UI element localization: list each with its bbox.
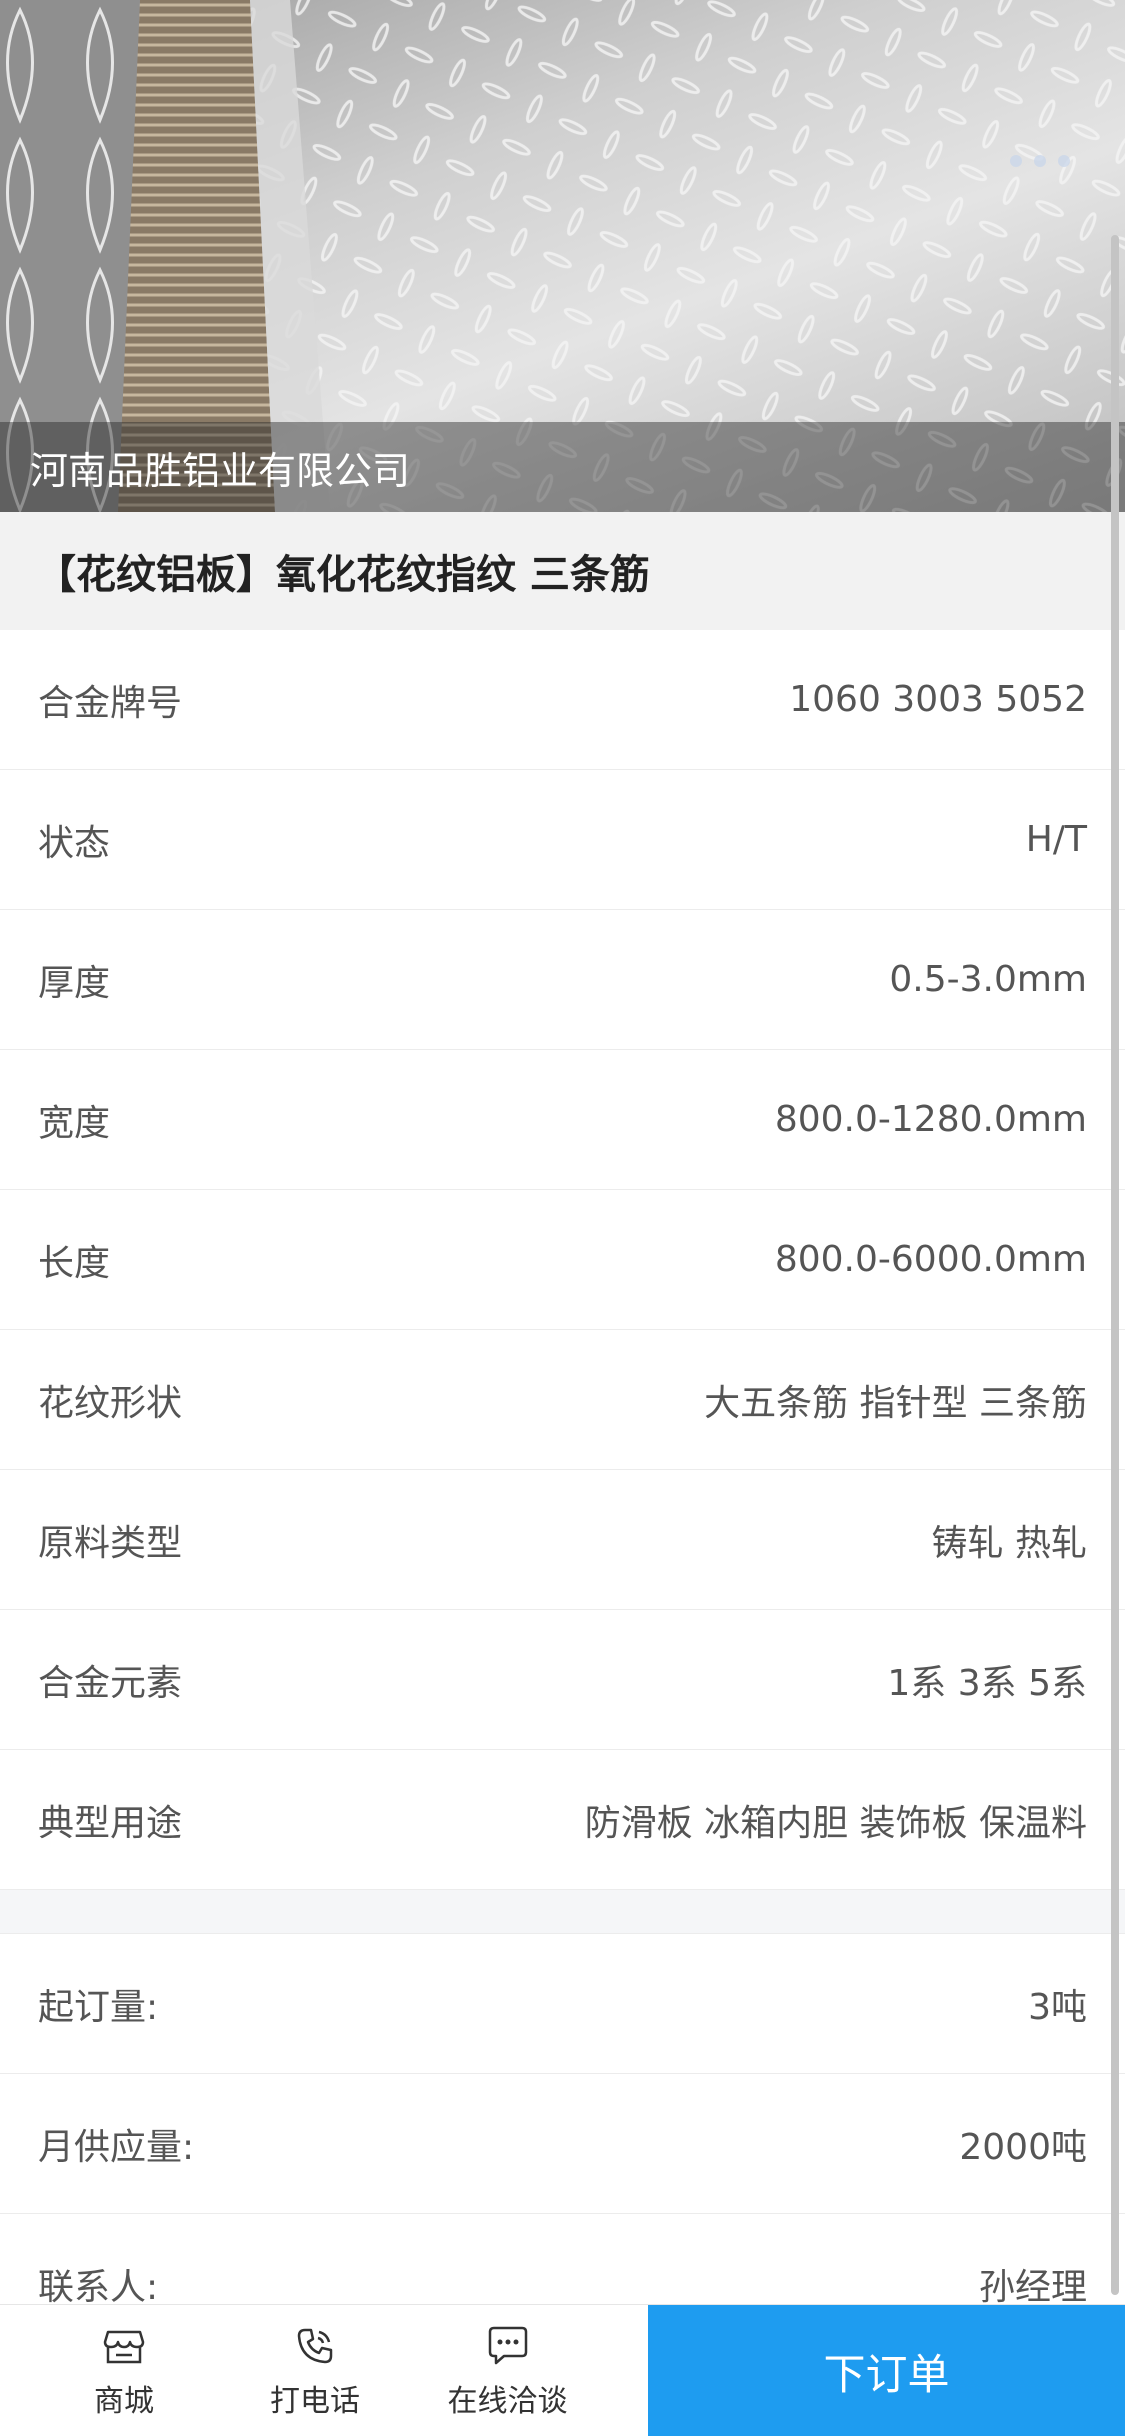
spec-value: 800.0-1280.0mm xyxy=(774,1099,1087,1140)
company-name: 河南品胜铝业有限公司 xyxy=(30,448,411,493)
spec-label: 原料类型 xyxy=(38,1522,183,1564)
spec-row-alloy-grade: 合金牌号 1060 3003 5052 xyxy=(0,630,1125,770)
spec-label: 厚度 xyxy=(38,962,111,1004)
supply-row-min-order: 起订量: 3吨 xyxy=(0,1934,1125,2074)
scrollbar[interactable] xyxy=(1111,235,1119,2295)
spec-value: 1060 3003 5052 xyxy=(789,679,1087,720)
chat-tab[interactable]: 在线洽谈 xyxy=(440,2305,575,2436)
spec-label: 合金元素 xyxy=(38,1662,183,1704)
product-title: 【花纹铝板】氧化花纹指纹 三条筋 xyxy=(36,552,650,598)
spec-value: 防滑板 冰箱内胆 装饰板 保温料 xyxy=(584,1802,1087,1844)
spec-label: 花纹形状 xyxy=(38,1382,183,1424)
spec-row-temper: 状态 H/T xyxy=(0,770,1125,910)
spec-value: H/T xyxy=(1025,819,1087,860)
spec-value: 800.0-6000.0mm xyxy=(774,1239,1087,1280)
spec-label: 状态 xyxy=(38,822,111,864)
chat-icon xyxy=(488,2326,527,2365)
spec-row-thickness: 厚度 0.5-3.0mm xyxy=(0,910,1125,1050)
spec-label: 长度 xyxy=(38,1242,111,1284)
product-image-carousel[interactable]: 河南品胜铝业有限公司 xyxy=(0,0,1125,512)
shop-tab[interactable]: 商城 xyxy=(64,2305,184,2436)
carousel-indicator xyxy=(1010,155,1070,167)
spec-row-material-type: 原料类型 铸轧 热轧 xyxy=(0,1470,1125,1610)
product-title-bar: 【花纹铝板】氧化花纹指纹 三条筋 xyxy=(0,512,1125,630)
carousel-dot[interactable] xyxy=(1034,155,1046,167)
spec-row-pattern-shape: 花纹形状 大五条筋 指针型 三条筋 xyxy=(0,1330,1125,1470)
section-divider xyxy=(0,1890,1125,1934)
spec-row-typical-use: 典型用途 防滑板 冰箱内胆 装饰板 保温料 xyxy=(0,1750,1125,1890)
supply-value: 孙经理 xyxy=(978,2266,1087,2308)
spec-label: 宽度 xyxy=(38,1102,111,1144)
place-order-label: 下订单 xyxy=(823,2349,950,2399)
call-tab-label: 打电话 xyxy=(270,2384,360,2419)
shop-icon xyxy=(103,2330,145,2364)
supply-value: 2000吨 xyxy=(959,2126,1087,2168)
spec-row-width: 宽度 800.0-1280.0mm xyxy=(0,1050,1125,1190)
spec-value: 大五条筋 指针型 三条筋 xyxy=(704,1382,1087,1424)
bottom-action-bar: 商城 打电话 在线洽谈 下订单 xyxy=(0,2304,1125,2436)
call-tab[interactable]: 打电话 xyxy=(255,2305,375,2436)
carousel-dot[interactable] xyxy=(1058,155,1070,167)
spec-value: 0.5-3.0mm xyxy=(889,959,1087,1000)
place-order-button[interactable]: 下订单 xyxy=(648,2305,1125,2436)
spec-value: 铸轧 热轧 xyxy=(931,1522,1087,1564)
spec-value: 1系 3系 5系 xyxy=(887,1662,1087,1704)
supply-row-monthly-supply: 月供应量: 2000吨 xyxy=(0,2074,1125,2214)
supply-label: 起订量: xyxy=(38,1986,159,2028)
phone-icon xyxy=(297,2328,333,2364)
supply-label: 月供应量: xyxy=(38,2126,195,2168)
supply-value: 3吨 xyxy=(1028,1986,1087,2028)
spec-row-length: 长度 800.0-6000.0mm xyxy=(0,1190,1125,1330)
carousel-dot[interactable] xyxy=(1010,155,1022,167)
spec-label: 合金牌号 xyxy=(38,682,183,724)
chat-tab-label: 在线洽谈 xyxy=(447,2384,568,2419)
shop-tab-label: 商城 xyxy=(94,2384,154,2419)
supply-label: 联系人: xyxy=(38,2266,159,2308)
spec-row-alloy-elements: 合金元素 1系 3系 5系 xyxy=(0,1610,1125,1750)
spec-label: 典型用途 xyxy=(38,1802,183,1844)
company-name-bar[interactable]: 河南品胜铝业有限公司 xyxy=(0,422,1125,512)
